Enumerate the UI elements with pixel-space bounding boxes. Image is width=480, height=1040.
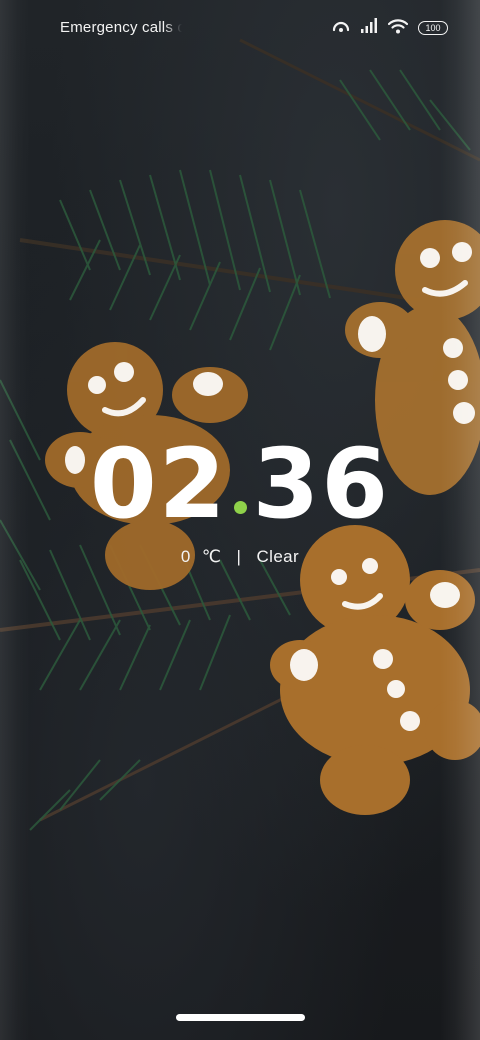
wifi-icon xyxy=(387,18,409,39)
alarm-icon xyxy=(332,18,350,39)
weather-separator: | xyxy=(236,547,242,566)
battery-level: 100 xyxy=(425,23,441,33)
status-icons: 100 xyxy=(332,17,448,39)
signal-icon xyxy=(360,17,378,39)
weather-info[interactable]: 0 ℃ | Clear xyxy=(0,547,480,567)
clock-minutes: 36 xyxy=(252,428,391,540)
battery-icon: 100 xyxy=(418,21,448,35)
temperature-unit: ℃ xyxy=(201,547,222,566)
lockscreen-clock: 02 36 xyxy=(0,428,480,540)
emergency-calls-label: Emergency calls o xyxy=(60,19,182,36)
temperature-value: 0 xyxy=(180,547,191,566)
weather-condition: Clear xyxy=(256,547,300,566)
home-indicator[interactable] xyxy=(176,1014,305,1021)
clock-hours: 02 xyxy=(89,428,228,540)
lockscreen: Emergency calls o 100 02 36 0 ℃ | Clear xyxy=(0,0,480,1040)
clock-separator-dot xyxy=(233,501,247,514)
status-bar: Emergency calls o 100 xyxy=(0,0,480,56)
